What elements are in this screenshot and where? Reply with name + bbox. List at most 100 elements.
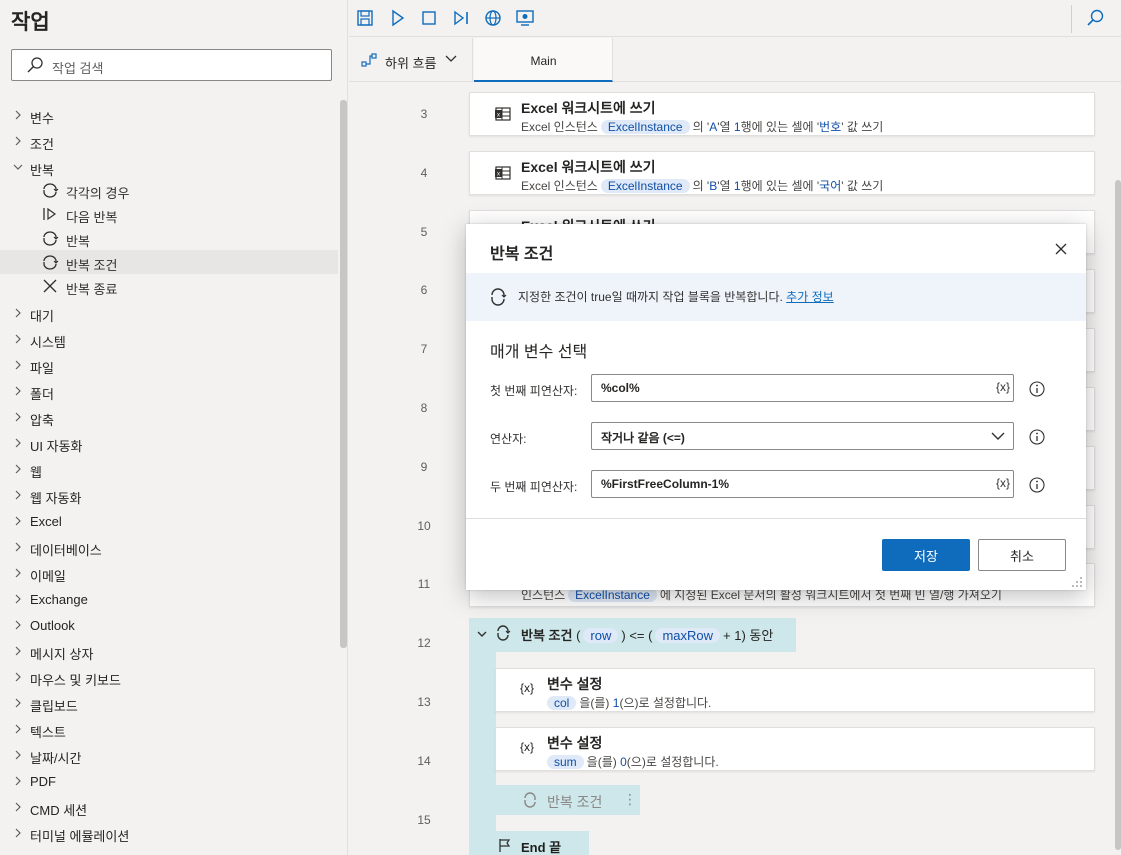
operator-select[interactable]: 작거나 같음 (<=) bbox=[591, 422, 1014, 450]
tab-main[interactable]: Main bbox=[474, 38, 613, 82]
action-card[interactable]: x Excel 워크시트에 쓰기 Excel 인스턴스 ExcelInstance… bbox=[469, 92, 1095, 136]
cancel-button[interactable]: 취소 bbox=[978, 539, 1066, 571]
variable-picker-button[interactable]: {x} bbox=[996, 380, 1010, 394]
action-category[interactable]: 텍스트 bbox=[0, 718, 338, 742]
loop-end[interactable]: End 끝 bbox=[469, 831, 589, 855]
more-options-icon[interactable]: ⋮ bbox=[623, 791, 637, 808]
action-category[interactable]: 데이터베이스 bbox=[0, 536, 338, 560]
action-category[interactable]: 메시지 상자 bbox=[0, 640, 338, 664]
action-category[interactable]: 폴더 bbox=[0, 380, 338, 404]
action-category[interactable]: 반복 bbox=[0, 156, 338, 180]
action-item[interactable]: 반복 bbox=[0, 226, 338, 250]
desktop-recorder-icon[interactable] bbox=[514, 7, 536, 29]
action-category[interactable]: 웹 bbox=[0, 458, 338, 482]
stop-icon[interactable] bbox=[418, 7, 440, 29]
second-operand-input[interactable]: %FirstFreeColumn-1% {x} bbox=[591, 470, 1014, 498]
toolbar-separator bbox=[1071, 5, 1072, 33]
line-number: 6 bbox=[420, 283, 428, 298]
chevron-right-icon bbox=[15, 360, 21, 370]
action-category-label: 이메일 bbox=[30, 569, 66, 584]
dialog-divider bbox=[466, 518, 1086, 519]
action-category[interactable]: Outlook bbox=[0, 614, 338, 638]
chevron-down-icon[interactable] bbox=[476, 628, 488, 640]
action-category[interactable]: 압축 bbox=[0, 406, 338, 430]
first-operand-input[interactable]: %col% {x} bbox=[591, 374, 1014, 402]
action-category[interactable]: 클립보드 bbox=[0, 692, 338, 716]
action-category-label: Excel bbox=[30, 514, 62, 529]
action-item[interactable]: 반복 종료 bbox=[0, 274, 338, 298]
action-category[interactable]: 웹 자동화 bbox=[0, 484, 338, 508]
web-recorder-icon[interactable] bbox=[482, 7, 504, 29]
action-category-label: 웹 bbox=[30, 465, 42, 480]
action-category[interactable]: 이메일 bbox=[0, 562, 338, 586]
info-icon[interactable] bbox=[1029, 429, 1045, 445]
variable-pill[interactable]: ExcelInstance bbox=[600, 179, 690, 193]
run-next-icon[interactable] bbox=[450, 7, 472, 29]
actions-search-input[interactable]: 작업 검색 bbox=[11, 49, 332, 81]
chevron-down-icon bbox=[13, 164, 23, 170]
action-category-label: 반복 bbox=[30, 163, 54, 178]
action-category[interactable]: 마우스 및 키보드 bbox=[0, 666, 338, 690]
action-title: 변수 설정 bbox=[547, 735, 603, 751]
dialog-info-text: 지정한 조건이 true일 때까지 작업 블록을 반복합니다. 추가 정보 bbox=[518, 290, 834, 304]
svg-text:x: x bbox=[497, 172, 500, 178]
save-icon[interactable] bbox=[354, 7, 376, 29]
flag-icon bbox=[499, 839, 511, 852]
resize-grip-icon[interactable] bbox=[1071, 576, 1083, 588]
action-category[interactable]: 변수 bbox=[0, 104, 338, 128]
actions-panel-scrollbar[interactable] bbox=[340, 100, 347, 648]
action-category[interactable]: 대기 bbox=[0, 302, 338, 326]
action-item[interactable]: 각각의 경우 bbox=[0, 178, 338, 202]
subflow-icon bbox=[361, 53, 377, 67]
loop-condition-dialog: 반복 조건 지정한 조건이 true일 때까지 작업 블록을 반복합니다. 추가… bbox=[466, 224, 1086, 590]
subflows-dropdown[interactable]: 하위 흐름 bbox=[349, 38, 473, 82]
chevron-right-icon bbox=[15, 828, 21, 838]
action-item[interactable]: 다음 반복 bbox=[0, 202, 338, 226]
search-icon[interactable] bbox=[1084, 7, 1106, 29]
variable-pill[interactable]: sum bbox=[547, 755, 584, 769]
info-icon[interactable] bbox=[1029, 477, 1045, 493]
action-category[interactable]: Exchange bbox=[0, 588, 338, 612]
action-card[interactable]: {x} 변수 설정 col 을(를) 1(으)로 설정합니다. bbox=[495, 668, 1095, 712]
action-category-label: 조건 bbox=[30, 137, 54, 152]
action-card[interactable]: {x} 변수 설정 sum 을(를) 0(으)로 설정합니다. bbox=[495, 727, 1095, 771]
chevron-right-icon bbox=[15, 438, 21, 448]
action-category[interactable]: Excel bbox=[0, 510, 338, 534]
run-icon[interactable] bbox=[386, 7, 408, 29]
action-category[interactable]: 시스템 bbox=[0, 328, 338, 352]
operator-value: 작거나 같음 (<=) bbox=[601, 431, 685, 445]
action-category[interactable]: UI 자동화 bbox=[0, 432, 338, 456]
more-info-link[interactable]: 추가 정보 bbox=[786, 290, 834, 304]
line-number: 9 bbox=[420, 459, 428, 474]
action-item-label: 다음 반복 bbox=[66, 210, 118, 225]
variable-pill[interactable]: col bbox=[547, 696, 577, 710]
action-item[interactable]: 반복 조건 bbox=[0, 250, 338, 274]
action-category[interactable]: 날짜/시간 bbox=[0, 744, 338, 768]
chevron-down-icon bbox=[445, 55, 457, 62]
canvas-scrollbar[interactable] bbox=[1115, 180, 1121, 850]
chevron-right-icon bbox=[15, 802, 21, 812]
chevron-right-icon bbox=[15, 646, 21, 656]
action-title: Excel 워크시트에 쓰기 bbox=[521, 100, 656, 116]
action-category[interactable]: 파일 bbox=[0, 354, 338, 378]
action-category[interactable]: CMD 세션 bbox=[0, 796, 338, 820]
action-card[interactable]: x Excel 워크시트에 쓰기 Excel 인스턴스 ExcelInstance… bbox=[469, 151, 1095, 195]
action-category[interactable]: 조건 bbox=[0, 130, 338, 154]
line-number: 14 bbox=[417, 753, 431, 768]
drag-ghost-loop-condition[interactable]: 반복 조건 ⋮ bbox=[495, 785, 640, 815]
action-category[interactable]: PDF bbox=[0, 770, 338, 794]
info-icon[interactable] bbox=[1029, 381, 1045, 397]
variable-pill[interactable]: maxRow bbox=[655, 628, 721, 643]
loop-block-rail bbox=[469, 652, 496, 832]
action-category-label: 변수 bbox=[30, 111, 54, 126]
action-category[interactable]: 터미널 에뮬레이션 bbox=[0, 822, 338, 846]
save-button[interactable]: 저장 bbox=[882, 539, 970, 571]
section-title: 매개 변수 선택 bbox=[490, 344, 588, 361]
loop-end-label: End 끝 bbox=[521, 840, 562, 855]
close-icon[interactable] bbox=[1054, 242, 1068, 256]
line-number: 12 bbox=[417, 636, 431, 651]
variable-pill[interactable]: ExcelInstance bbox=[600, 120, 690, 134]
variable-pill[interactable]: row bbox=[583, 628, 619, 643]
variable-pill[interactable]: ExcelInstance bbox=[568, 588, 657, 602]
variable-picker-button[interactable]: {x} bbox=[996, 476, 1010, 490]
